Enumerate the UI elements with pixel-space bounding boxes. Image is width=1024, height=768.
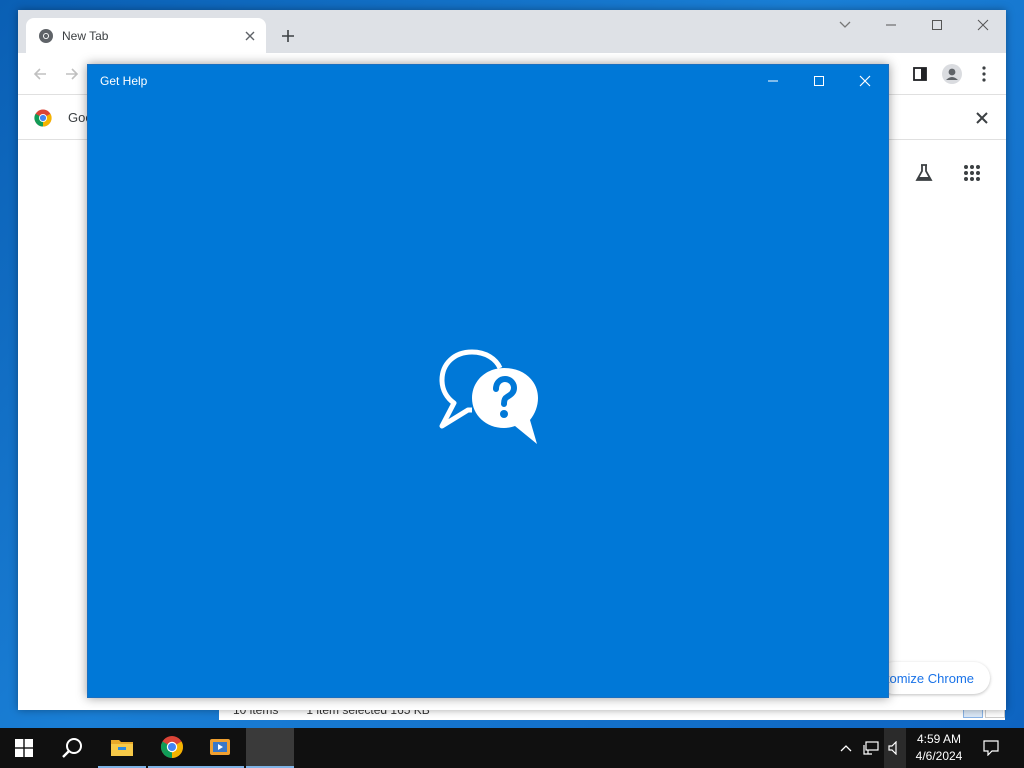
window-title: Get Help bbox=[100, 74, 148, 88]
tab-search-button[interactable] bbox=[822, 10, 868, 40]
apps-grid-icon bbox=[964, 165, 980, 181]
profile-button[interactable] bbox=[940, 62, 964, 86]
start-button[interactable] bbox=[0, 728, 48, 768]
forward-button[interactable] bbox=[60, 62, 84, 86]
maximize-icon bbox=[814, 76, 824, 86]
get-help-window: Get Help bbox=[87, 64, 889, 698]
chrome-logo-icon bbox=[34, 109, 52, 127]
kebab-menu-icon bbox=[982, 66, 986, 82]
action-center-button[interactable] bbox=[978, 728, 1004, 768]
close-window-button[interactable] bbox=[842, 65, 888, 97]
search-button[interactable] bbox=[48, 728, 96, 768]
tab-new-tab[interactable]: New Tab bbox=[26, 18, 266, 53]
start-icon bbox=[15, 739, 33, 757]
close-icon bbox=[977, 19, 989, 31]
taskbar-media-player[interactable] bbox=[196, 728, 244, 768]
minimize-icon bbox=[768, 80, 778, 82]
notification-icon bbox=[983, 740, 999, 756]
minimize-button[interactable] bbox=[750, 65, 796, 97]
minimize-icon bbox=[886, 24, 896, 26]
chat-question-icon bbox=[439, 349, 538, 444]
chrome-menu-button[interactable] bbox=[972, 62, 996, 86]
chrome-favicon-icon bbox=[39, 28, 53, 43]
taskbar-file-explorer[interactable] bbox=[98, 728, 146, 768]
show-hidden-icons-button[interactable] bbox=[836, 728, 856, 768]
clock-time: 4:59 AM bbox=[916, 732, 962, 746]
taskbar: 4:59 AM 4/6/2024 bbox=[0, 728, 1024, 768]
close-icon bbox=[976, 112, 988, 124]
taskbar-clock[interactable]: 4:59 AM 4/6/2024 bbox=[908, 731, 970, 765]
labs-flask-icon bbox=[915, 164, 933, 181]
forward-icon bbox=[66, 68, 79, 80]
plus-icon bbox=[282, 30, 294, 42]
chrome-labs-button[interactable] bbox=[911, 160, 937, 186]
tab-title: New Tab bbox=[62, 28, 109, 43]
maximize-button[interactable] bbox=[796, 65, 842, 97]
maximize-button[interactable] bbox=[914, 10, 960, 40]
file-explorer-icon bbox=[111, 740, 133, 756]
back-icon bbox=[33, 68, 46, 80]
side-panel-button[interactable] bbox=[908, 62, 932, 86]
volume-button[interactable] bbox=[884, 728, 906, 768]
chrome-icon bbox=[161, 736, 183, 758]
clock-date: 4/6/2024 bbox=[915, 749, 963, 763]
customize-chrome-button[interactable]: tomize Chrome bbox=[878, 662, 990, 694]
profile-icon bbox=[942, 64, 962, 84]
back-button[interactable] bbox=[28, 62, 52, 86]
chevron-down-icon bbox=[839, 21, 851, 28]
taskbar-get-help[interactable] bbox=[246, 728, 294, 768]
customize-chrome-label: tomize Chrome bbox=[885, 670, 974, 686]
taskbar-chrome[interactable] bbox=[148, 728, 196, 768]
infobar-close-button[interactable] bbox=[972, 108, 992, 128]
chevron-up-icon bbox=[840, 745, 852, 752]
minimize-button[interactable] bbox=[868, 10, 914, 40]
chrome-tabstrip: New Tab bbox=[18, 10, 1006, 53]
volume-icon bbox=[888, 741, 897, 755]
network-icon bbox=[863, 741, 879, 755]
close-tab-icon[interactable] bbox=[240, 26, 260, 46]
maximize-icon bbox=[932, 20, 942, 30]
media-player-icon bbox=[210, 739, 230, 755]
new-tab-button[interactable] bbox=[276, 24, 300, 48]
desktop: 10 items 1 item selected 165 KB New Tab bbox=[0, 0, 1024, 728]
search-icon bbox=[62, 738, 82, 758]
google-apps-button[interactable] bbox=[959, 160, 985, 186]
network-button[interactable] bbox=[860, 728, 882, 768]
side-panel-icon bbox=[913, 67, 927, 81]
close-window-button[interactable] bbox=[960, 10, 1006, 40]
close-icon bbox=[859, 75, 871, 87]
